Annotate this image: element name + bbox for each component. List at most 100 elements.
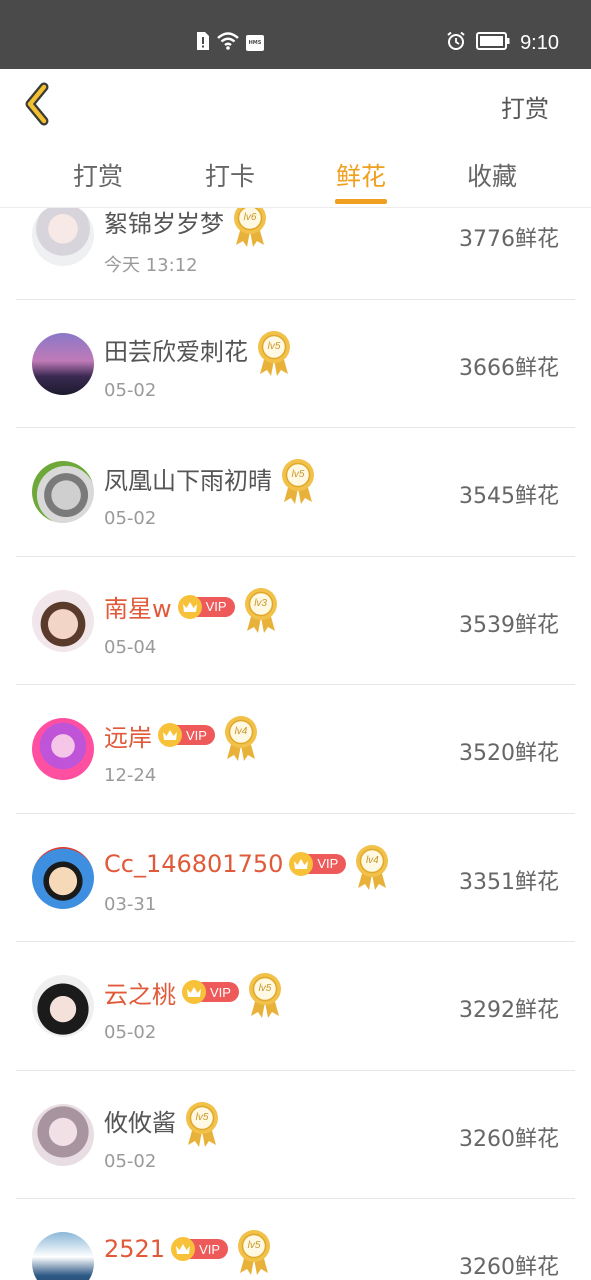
avatar[interactable] <box>32 332 94 395</box>
header-reward-button[interactable]: 打赏 <box>501 89 549 124</box>
avatar[interactable] <box>32 461 94 523</box>
level-medal-icon: lv3 <box>243 587 279 635</box>
name-line: 南星w VIP lv3 <box>104 587 279 633</box>
user-name[interactable]: 云之桃 <box>104 975 176 1010</box>
vip-label: VIP <box>210 984 231 1000</box>
vip-badge: VIP <box>158 723 215 747</box>
tab-flowers[interactable]: 鲜花 <box>336 157 386 193</box>
name-line: 凤凰山下雨初晴 lv5 <box>104 458 316 504</box>
avatar[interactable] <box>32 1103 94 1166</box>
vip-badge: VIP <box>289 851 347 876</box>
user-name[interactable]: Cc_146801750 <box>104 850 283 878</box>
list-item[interactable]: 凤凰山下雨初晴 lv5 05-02 3545鲜花 <box>16 428 575 557</box>
active-tab-indicator <box>335 199 387 204</box>
date-label: 05-02 <box>104 379 157 401</box>
name-line: 远岸 VIP lv4 <box>104 715 259 761</box>
flower-count: 3260鲜花 <box>459 1255 559 1280</box>
vip-badge: VIP <box>177 594 235 619</box>
avatar[interactable] <box>32 846 94 909</box>
avatar[interactable] <box>32 208 94 266</box>
level-medal-icon: lv5 <box>236 1229 272 1277</box>
battery-icon <box>476 32 510 54</box>
hms-icon: HMS <box>246 35 264 51</box>
list-item[interactable]: Cc_146801750 VIP lv4 03-31 3351鲜花 <box>16 814 575 942</box>
level-label: lv5 <box>267 340 281 352</box>
avatar[interactable] <box>32 589 94 652</box>
flower-count: 3260鲜花 <box>459 1126 559 1152</box>
user-name[interactable]: 南星w <box>104 589 172 624</box>
crown-icon <box>171 1237 196 1261</box>
level-label: lv4 <box>365 854 379 866</box>
level-label: lv5 <box>291 469 305 480</box>
date-label: 05-02 <box>104 1022 157 1043</box>
date-label: 05-04 <box>104 636 157 658</box>
user-name[interactable]: 絮锦岁岁梦 <box>104 208 224 239</box>
level-medal-icon: lv6 <box>232 208 268 249</box>
list-item[interactable]: 远岸 VIP lv4 12-24 3520鲜花 <box>16 685 575 814</box>
list-item[interactable]: 絮锦岁岁梦 lv6 今天 13:12 3776鲜花 <box>16 208 575 300</box>
crown-icon <box>177 594 202 619</box>
vip-label: VIP <box>205 599 227 614</box>
user-name[interactable]: 攸攸酱 <box>104 1103 176 1138</box>
vip-badge: VIP <box>171 1237 229 1261</box>
level-label: lv3 <box>254 597 267 609</box>
vip-label: VIP <box>186 727 207 743</box>
back-button[interactable] <box>18 79 62 129</box>
level-medal-icon: lv5 <box>247 972 283 1020</box>
alarm-icon <box>446 31 466 55</box>
avatar[interactable] <box>32 718 94 780</box>
date-label: 12-24 <box>104 765 157 786</box>
level-label: lv5 <box>258 983 272 994</box>
vip-label: VIP <box>317 856 339 871</box>
list-item[interactable]: 云之桃 VIP lv5 05-02 3292鲜花 <box>16 942 575 1071</box>
tab-favorites[interactable]: 收藏 <box>467 157 517 193</box>
status-icons-center: HMS <box>196 32 264 54</box>
avatar[interactable] <box>32 1232 94 1280</box>
flower-count: 3351鲜花 <box>459 869 559 895</box>
list-item[interactable]: 田芸欣爱刺花 lv5 05-02 3666鲜花 <box>16 300 575 428</box>
status-icons-right: 9:10 <box>446 30 559 56</box>
date-label: 03-31 <box>104 893 157 915</box>
name-line: 攸攸酱 lv5 <box>104 1101 220 1147</box>
clock: 9:10 <box>520 31 559 54</box>
flower-count: 3539鲜花 <box>459 612 559 638</box>
level-label: lv5 <box>195 1111 209 1123</box>
tab-checkin[interactable]: 打卡 <box>205 157 255 193</box>
flower-count: 3520鲜花 <box>459 741 559 766</box>
date-label: 05-02 <box>104 1150 157 1172</box>
user-name[interactable]: 2521 <box>104 1235 165 1263</box>
level-medal-icon: lv5 <box>256 330 292 378</box>
level-label: lv4 <box>234 726 248 737</box>
wifi-icon <box>216 31 240 55</box>
list-item[interactable]: 攸攸酱 lv5 05-02 3260鲜花 <box>16 1071 575 1199</box>
vip-badge: VIP <box>182 980 239 1004</box>
name-line: 云之桃 VIP lv5 <box>104 972 283 1018</box>
avatar[interactable] <box>32 975 94 1037</box>
name-line: 田芸欣爱刺花 lv5 <box>104 330 292 376</box>
sim-alert-icon <box>196 31 210 55</box>
name-line: Cc_146801750 VIP lv4 <box>104 844 390 890</box>
status-bar: HMS 9:10 <box>0 0 591 69</box>
name-line: 2521 VIP lv5 <box>104 1229 272 1275</box>
user-name[interactable]: 远岸 <box>104 718 152 753</box>
tab-reward[interactable]: 打赏 <box>73 157 123 193</box>
list-item[interactable]: 2521 VIP lv5 3260鲜花 <box>16 1199 575 1280</box>
vip-label: VIP <box>199 1241 221 1257</box>
user-name[interactable]: 凤凰山下雨初晴 <box>104 461 272 496</box>
flower-count: 3292鲜花 <box>459 998 559 1023</box>
crown-icon <box>158 723 182 747</box>
level-medal-icon: lv5 <box>184 1101 220 1149</box>
list-item[interactable]: 南星w VIP lv3 05-04 3539鲜花 <box>16 557 575 685</box>
flower-ranking-list[interactable]: 絮锦岁岁梦 lv6 今天 13:12 3776鲜花 田芸欣爱刺花 lv5 05-02 3666… <box>0 208 591 1280</box>
user-name[interactable]: 田芸欣爱刺花 <box>104 332 248 367</box>
level-medal-icon: lv4 <box>354 844 390 892</box>
date-label: 今天 13:12 <box>104 255 198 276</box>
crown-icon <box>182 980 206 1004</box>
level-label: lv5 <box>247 1240 261 1251</box>
flower-count: 3666鲜花 <box>459 355 559 381</box>
crown-icon <box>289 851 314 876</box>
header: 打赏 <box>0 69 591 139</box>
flower-count: 3545鲜花 <box>459 484 559 509</box>
level-medal-icon: lv4 <box>223 715 259 763</box>
chevron-left-icon <box>25 82 49 126</box>
